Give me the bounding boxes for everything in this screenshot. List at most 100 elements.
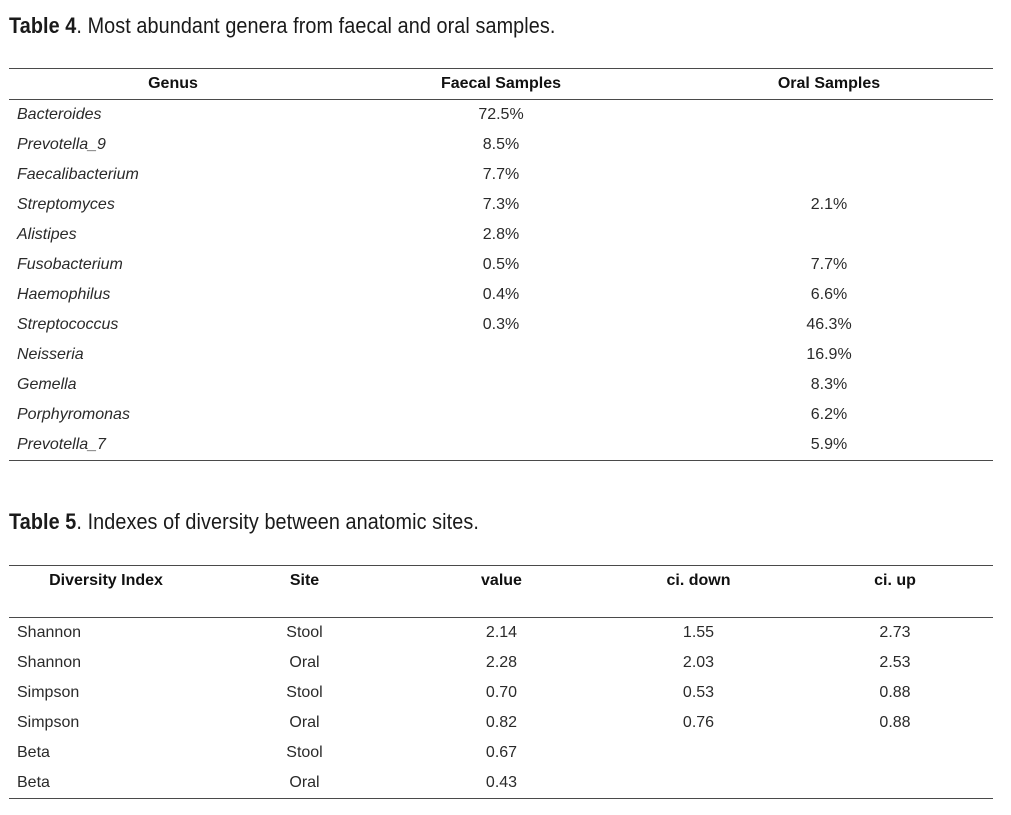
table5-caption: Table 5. Indexes of diversity between an… bbox=[9, 509, 479, 535]
genus-cell: Haemophilus bbox=[17, 286, 111, 303]
table5-header-ci-up: ci. up bbox=[874, 572, 916, 589]
table5-header-site: Site bbox=[289, 572, 320, 589]
table-row: Fusobacterium 0.5% 7.7% bbox=[9, 250, 993, 280]
ci-down-cell bbox=[600, 738, 797, 768]
ci-down-cell: 0.53 bbox=[682, 684, 715, 701]
ci-up-cell: 2.73 bbox=[879, 624, 911, 641]
index-cell: Simpson bbox=[17, 684, 80, 701]
faecal-cell: 0.5% bbox=[482, 256, 520, 273]
table5-header-diversity-index: Diversity Index bbox=[9, 566, 206, 618]
table-row: Streptococcus 0.3% 46.3% bbox=[9, 310, 993, 340]
table-row: Haemophilus 0.4% 6.6% bbox=[9, 280, 993, 310]
site-cell: Stool bbox=[286, 744, 323, 761]
index-cell: Beta bbox=[17, 744, 50, 761]
table4-caption: Table 4. Most abundant genera from faeca… bbox=[9, 13, 555, 39]
table-row: Gemella 8.3% bbox=[9, 370, 993, 400]
site-cell: Oral bbox=[289, 714, 320, 731]
genus-cell: Prevotella_7 bbox=[17, 436, 106, 453]
faecal-cell: 72.5% bbox=[478, 106, 524, 123]
oral-cell bbox=[665, 130, 993, 160]
ci-down-cell: 0.76 bbox=[682, 714, 715, 731]
ci-down-cell: 1.55 bbox=[682, 624, 715, 641]
faecal-cell: 8.5% bbox=[482, 136, 520, 153]
table5-header-ci-down: ci. down bbox=[666, 572, 731, 589]
oral-cell: 2.1% bbox=[810, 196, 848, 213]
table5-caption-text: . Indexes of diversity between anatomic … bbox=[76, 509, 479, 534]
faecal-cell: 7.7% bbox=[482, 166, 520, 183]
table-row: Neisseria 16.9% bbox=[9, 340, 993, 370]
oral-cell: 6.2% bbox=[810, 406, 848, 423]
table-row: Beta Stool 0.67 bbox=[9, 738, 993, 768]
table4-caption-label: Table 4 bbox=[9, 13, 77, 38]
oral-cell: 5.9% bbox=[810, 436, 848, 453]
ci-up-cell bbox=[797, 738, 993, 768]
oral-cell bbox=[665, 160, 993, 190]
value-cell: 0.43 bbox=[485, 774, 518, 791]
table-row: Beta Oral 0.43 bbox=[9, 768, 993, 799]
value-cell: 2.28 bbox=[485, 654, 518, 671]
genus-cell: Streptococcus bbox=[17, 316, 119, 333]
genus-cell: Neisseria bbox=[17, 346, 84, 363]
site-cell: Oral bbox=[289, 774, 320, 791]
faecal-cell bbox=[337, 370, 665, 400]
value-cell: 2.14 bbox=[485, 624, 518, 641]
oral-cell bbox=[665, 100, 993, 131]
table5: Diversity Index Site value ci. down ci. … bbox=[9, 565, 993, 799]
table4: Genus Faecal Samples Oral Samples Bacter… bbox=[9, 68, 993, 461]
table-row: Shannon Oral 2.28 2.03 2.53 bbox=[9, 648, 993, 678]
diversity-index-header-label: Diversity Index bbox=[49, 572, 163, 589]
table4-header-row: Genus Faecal Samples Oral Samples bbox=[9, 68, 993, 100]
table4-header-faecal: Faecal Samples bbox=[440, 75, 562, 92]
ci-down-cell: 2.03 bbox=[682, 654, 715, 671]
oral-cell: 6.6% bbox=[810, 286, 848, 303]
site-cell: Oral bbox=[289, 654, 320, 671]
genus-cell: Prevotella_9 bbox=[17, 136, 106, 153]
table4-caption-text: . Most abundant genera from faecal and o… bbox=[76, 13, 556, 38]
table-row: Shannon Stool 2.14 1.55 2.73 bbox=[9, 618, 993, 649]
table-row: Simpson Oral 0.82 0.76 0.88 bbox=[9, 708, 993, 738]
value-cell: 0.82 bbox=[485, 714, 518, 731]
genus-cell: Faecalibacterium bbox=[17, 166, 139, 183]
value-cell: 0.67 bbox=[485, 744, 518, 761]
faecal-cell bbox=[337, 430, 665, 461]
genus-cell: Porphyromonas bbox=[17, 406, 130, 423]
ci-up-cell bbox=[797, 768, 993, 799]
faecal-cell: 0.4% bbox=[482, 286, 520, 303]
faecal-cell bbox=[337, 400, 665, 430]
ci-up-cell: 2.53 bbox=[879, 654, 911, 671]
oral-cell: 8.3% bbox=[810, 376, 848, 393]
table-row: Porphyromonas 6.2% bbox=[9, 400, 993, 430]
table-row: Prevotella_9 8.5% bbox=[9, 130, 993, 160]
ci-up-cell: 0.88 bbox=[879, 714, 911, 731]
table4-header-oral: Oral Samples bbox=[777, 75, 881, 92]
ci-up-cell: 0.88 bbox=[879, 684, 911, 701]
table-row: Streptomyces 7.3% 2.1% bbox=[9, 190, 993, 220]
table-row: Prevotella_7 5.9% bbox=[9, 430, 993, 461]
genus-cell: Streptomyces bbox=[17, 196, 115, 213]
genus-cell: Bacteroides bbox=[17, 106, 102, 123]
ci-down-cell bbox=[600, 768, 797, 799]
faecal-cell bbox=[337, 340, 665, 370]
faecal-cell: 2.8% bbox=[482, 226, 520, 243]
table4-header-genus: Genus bbox=[148, 75, 198, 92]
table-row: Bacteroides 72.5% bbox=[9, 100, 993, 131]
index-cell: Beta bbox=[17, 774, 50, 791]
value-cell: 0.70 bbox=[485, 684, 518, 701]
index-cell: Shannon bbox=[17, 624, 82, 641]
genus-cell: Alistipes bbox=[17, 226, 77, 243]
table5-caption-label: Table 5 bbox=[9, 509, 77, 534]
index-cell: Simpson bbox=[17, 714, 80, 731]
site-cell: Stool bbox=[286, 624, 323, 641]
faecal-cell: 0.3% bbox=[482, 316, 520, 333]
oral-cell: 46.3% bbox=[806, 316, 852, 333]
table-row: Simpson Stool 0.70 0.53 0.88 bbox=[9, 678, 993, 708]
table-row: Alistipes 2.8% bbox=[9, 220, 993, 250]
site-cell: Stool bbox=[286, 684, 323, 701]
oral-cell: 7.7% bbox=[810, 256, 848, 273]
table5-header-row: Diversity Index Site value ci. down ci. … bbox=[9, 565, 993, 618]
faecal-cell: 7.3% bbox=[482, 196, 520, 213]
table5-header-value: value bbox=[481, 572, 522, 589]
index-cell: Shannon bbox=[17, 654, 82, 671]
oral-cell bbox=[665, 220, 993, 250]
table-row: Faecalibacterium 7.7% bbox=[9, 160, 993, 190]
